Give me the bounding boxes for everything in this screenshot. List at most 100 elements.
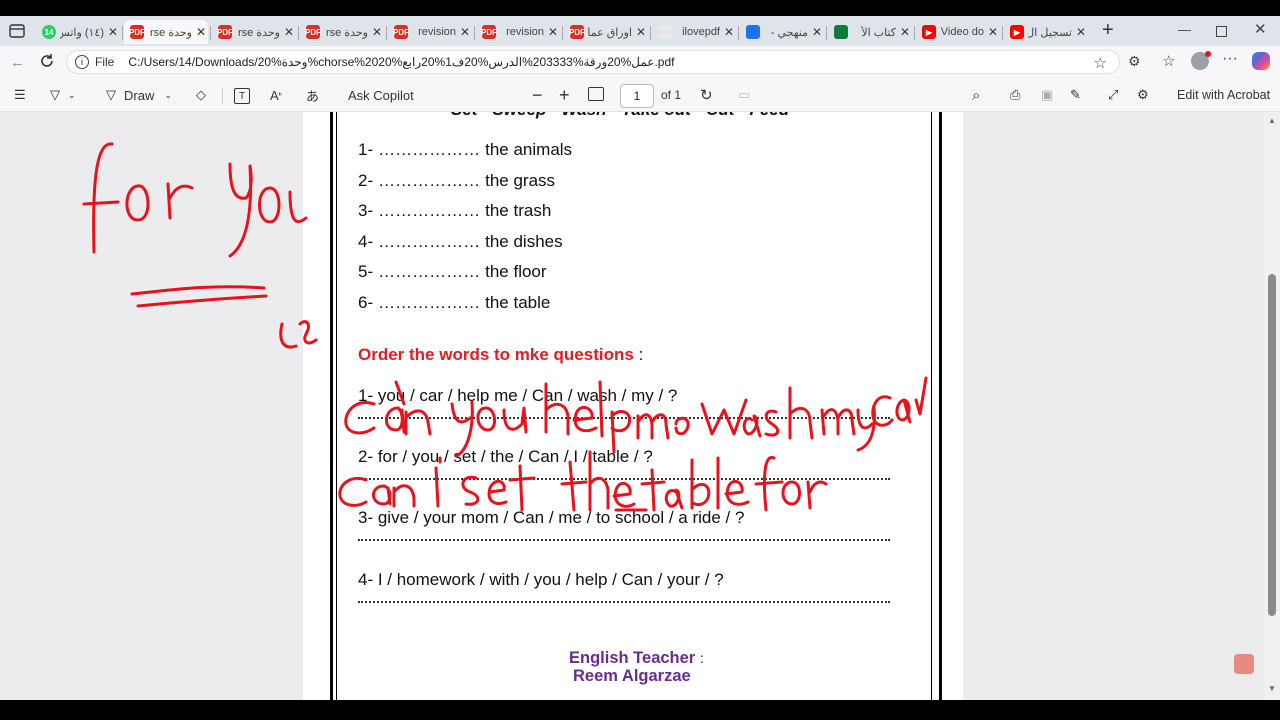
ask-copilot-button[interactable]: Ask Copilot — [348, 85, 414, 105]
bottom-black-bar — [0, 700, 1280, 720]
ink-for-you — [82, 142, 318, 349]
copilot-icon[interactable] — [1252, 52, 1270, 70]
draw-icon: ▽ — [106, 87, 116, 102]
tab-close-icon[interactable]: ✕ — [810, 25, 824, 39]
scrollbar-thumb[interactable] — [1268, 274, 1276, 616]
tab-favicon: PDF — [129, 25, 145, 39]
tab-close-icon[interactable]: ✕ — [458, 25, 472, 39]
tab-close-icon[interactable]: ✕ — [370, 25, 384, 39]
close-window-button[interactable]: ✕ — [1254, 20, 1267, 38]
pdf-toolbar: ☰ ▽ ⌄ ▽ Draw ⌄ ◇ T Aʰ あ Ask Copilot − + 1… — [0, 78, 1280, 112]
tab-close-icon[interactable]: ✕ — [986, 25, 1000, 39]
browser-tab[interactable]: 14 (١٤) واتس ✕ — [36, 20, 120, 44]
more-menu-icon[interactable]: ··· — [1222, 50, 1238, 68]
highlight-icon[interactable]: ▽ ⌄ — [50, 85, 76, 105]
back-button[interactable]: ← — [10, 54, 25, 71]
file-label: File — [95, 55, 115, 69]
tab-favicon: 14 — [42, 25, 56, 39]
vertical-scrollbar[interactable]: ▲ ▼ — [1264, 112, 1280, 700]
tab-actions-icon[interactable] — [8, 22, 26, 40]
browser-tab[interactable]: PDF وحدة rse ✕ — [300, 20, 384, 44]
tab-close-icon[interactable]: ✕ — [546, 25, 560, 39]
tab-separator — [1002, 26, 1003, 40]
refresh-button[interactable] — [38, 52, 56, 75]
page-number-input[interactable]: 1 — [620, 84, 654, 108]
browser-tab[interactable]: PDF اوراق عما ✕ — [564, 20, 648, 44]
tab-close-icon[interactable]: ✕ — [1074, 25, 1088, 39]
tab-favicon — [746, 25, 760, 39]
browser-tab[interactable]: ilovepdf ✕ — [652, 20, 736, 44]
search-icon[interactable]: ⌕ — [972, 85, 980, 105]
add-text-icon[interactable]: T — [234, 88, 250, 104]
ink-answer-2 — [338, 450, 828, 512]
eraser-icon[interactable]: ◇ — [196, 85, 206, 105]
tab-close-icon[interactable]: ✕ — [106, 25, 120, 39]
translate-icon[interactable]: あ — [306, 85, 319, 105]
pdf-viewer: Set - Sweep - Wash - Take out - Cut - Fe… — [0, 112, 1264, 700]
acrobat-floating-icon[interactable] — [1234, 654, 1254, 674]
print-icon[interactable]: ⎙ — [1010, 85, 1020, 105]
tab-title: revision — [506, 26, 544, 38]
tab-favicon: PDF — [481, 25, 497, 39]
read-aloud-icon[interactable]: Aʰ — [270, 85, 282, 105]
tab-favicon: PDF — [393, 25, 409, 39]
tab-close-icon[interactable]: ✕ — [722, 25, 736, 39]
tab-title: اوراق عما — [588, 26, 632, 39]
browser-tab[interactable]: PDF revision ✕ — [476, 20, 560, 44]
tab-separator — [562, 26, 563, 40]
tab-favicon — [658, 25, 672, 39]
tab-title: ilovepdf — [682, 26, 720, 38]
browser-tab-bar: 14 (١٤) واتس ✕ PDF وحدة rse ✕ PDF وحدة rse ✕ PDF و… — [0, 16, 1280, 46]
info-icon: i — [75, 55, 89, 69]
rotate-icon[interactable]: ↻ — [700, 85, 713, 105]
browser-tab[interactable]: PDF وحدة rse ✕ — [124, 20, 208, 44]
scroll-down-arrow[interactable]: ▼ — [1268, 684, 1276, 693]
tab-separator — [474, 26, 475, 40]
zoom-out-button[interactable]: − — [532, 85, 543, 105]
browser-tab[interactable]: ▶ Video do ✕ — [916, 20, 1000, 44]
tab-close-icon[interactable]: ✕ — [634, 25, 648, 39]
new-tab-button[interactable]: + — [1102, 20, 1114, 40]
favorite-star-icon[interactable]: ☆ — [1094, 54, 1107, 72]
contents-icon[interactable]: ☰ — [14, 85, 26, 105]
browser-tab[interactable]: PDF وحدة rse ✕ — [212, 20, 296, 44]
tab-favicon: ▶ — [922, 25, 936, 39]
save-icon: ▣ — [1041, 87, 1054, 102]
fullscreen-icon[interactable]: ⤢ — [1108, 85, 1118, 105]
tab-title: وحدة rse — [150, 26, 192, 39]
browser-tab[interactable]: كتاب الأ ✕ — [828, 20, 912, 44]
tab-separator — [210, 26, 211, 40]
two-page-icon: ▭ — [738, 87, 751, 102]
settings-icon[interactable]: ⚙ — [1137, 85, 1149, 105]
tab-title: revision — [418, 26, 456, 38]
fit-page-icon[interactable] — [588, 87, 604, 101]
tab-close-icon[interactable]: ✕ — [898, 25, 912, 39]
toolbar-divider — [222, 88, 223, 104]
address-bar-row: ← i File C:/Users/14/Downloads/20%وحدة%c… — [0, 46, 1280, 78]
tab-title: كتاب الأ — [861, 26, 896, 39]
browser-tab[interactable]: PDF revision ✕ — [388, 20, 472, 44]
url-field[interactable]: i File C:/Users/14/Downloads/20%وحدة%cho… — [66, 50, 1120, 74]
edit-with-acrobat-button[interactable]: Edit with Acrobat — [1177, 85, 1270, 105]
browser-tab[interactable]: منهجي - ✕ — [740, 20, 824, 44]
tab-close-icon[interactable]: ✕ — [194, 25, 208, 39]
extensions-icon[interactable]: ⚙ — [1128, 53, 1141, 70]
tab-title: وحدة rse — [238, 26, 280, 39]
tab-favicon — [834, 25, 848, 39]
draw-button[interactable]: ▽ Draw ⌄ — [106, 85, 172, 105]
scroll-up-arrow[interactable]: ▲ — [1268, 116, 1276, 125]
draw-label: Draw — [124, 87, 155, 103]
save-as-icon[interactable]: ✎ — [1070, 85, 1081, 105]
browser-tab[interactable]: ▶ تسجيل ال ✕ — [1004, 20, 1088, 44]
favorites-icon[interactable]: ☆ — [1162, 52, 1175, 70]
handwriting-ink-layer — [82, 142, 928, 512]
tab-title: منهجي - — [770, 26, 808, 39]
url-text: C:/Users/14/Downloads/20%وحدة%chorse%202… — [128, 55, 675, 69]
tab-favicon: PDF — [569, 25, 585, 39]
tab-separator — [386, 26, 387, 40]
tab-separator — [914, 26, 915, 40]
zoom-in-button[interactable]: + — [559, 85, 570, 105]
minimize-button[interactable]: — — [1178, 22, 1191, 37]
tab-close-icon[interactable]: ✕ — [282, 25, 296, 39]
maximize-button[interactable] — [1216, 26, 1227, 37]
